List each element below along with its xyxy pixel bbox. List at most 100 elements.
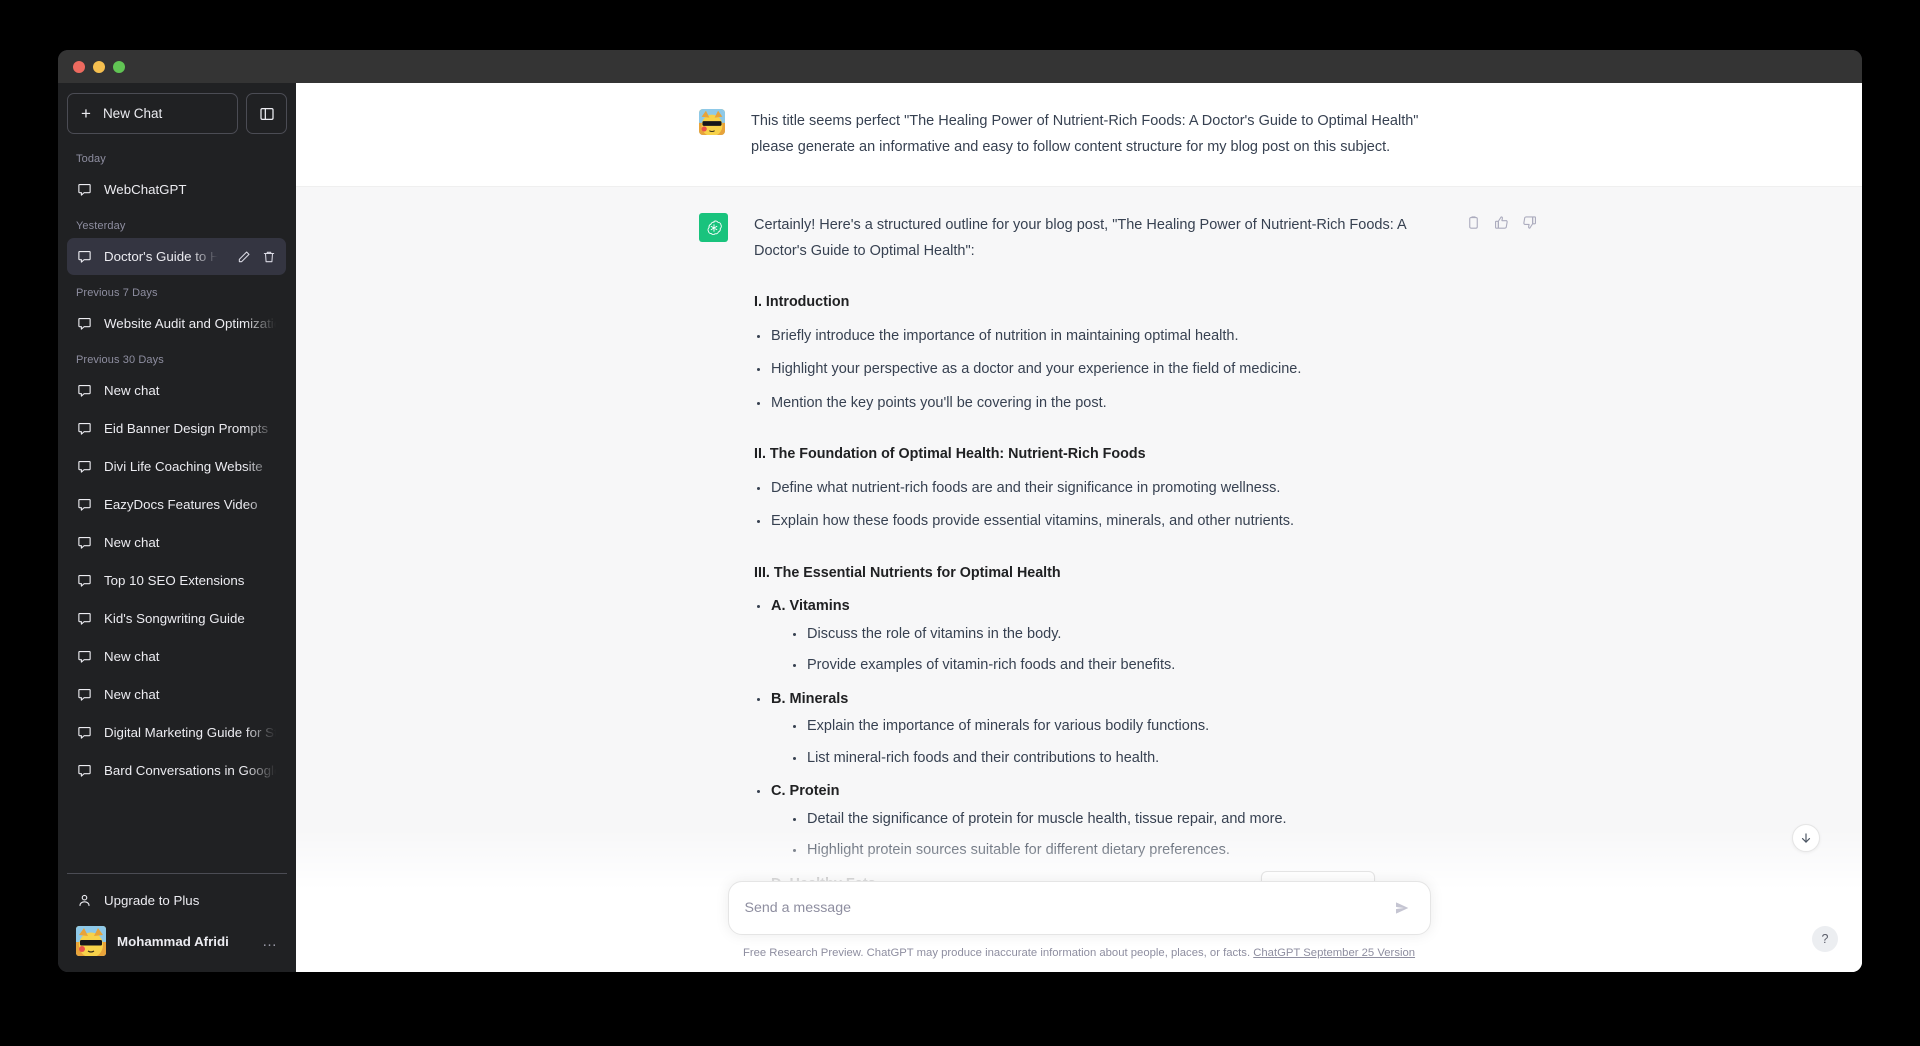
send-button[interactable] [1389, 895, 1415, 921]
chat-bubble-icon [78, 536, 91, 549]
chat-history-item-label: New chat [104, 687, 160, 702]
message-inner: This title seems perfect "The Healing Po… [699, 83, 1459, 186]
chat-history-item[interactable]: Digital Marketing Guide for Students [67, 714, 286, 751]
chat-history-item[interactable]: Website Audit and Optimization [67, 305, 286, 342]
chat-history-item-label: New chat [104, 383, 160, 398]
sidebar-toggle-button[interactable] [246, 93, 287, 134]
copy-icon[interactable] [1464, 213, 1483, 232]
avatar [76, 926, 106, 956]
thumbs-up-icon[interactable] [1492, 213, 1511, 232]
account-name: Mohammad Afridi [117, 933, 229, 949]
scroll-to-bottom-button[interactable] [1792, 824, 1820, 852]
message-action-bar [1464, 213, 1539, 232]
conversation-thread[interactable]: This title seems perfect "The Healing Po… [296, 83, 1862, 972]
chat-item-actions [237, 250, 276, 264]
outline-subitem: Explain the importance of minerals for v… [790, 714, 1459, 740]
outline-list: Define what nutrient-rich foods are and … [754, 476, 1459, 535]
window-minimize-button[interactable] [93, 60, 105, 73]
outline-sublist: Discuss the role of vitamins in the body… [771, 622, 1459, 679]
chat-history-item[interactable]: New chat [67, 372, 286, 409]
chat-history-item[interactable]: EazyDocs Features Video [67, 486, 286, 523]
chat-history-item-label: Bard Conversations in Google [104, 763, 276, 778]
outline-body: I. Introduction Briefly introduce the imp… [754, 290, 1459, 897]
outline-item: Explain how these foods provide essentia… [754, 509, 1459, 535]
chat-bubble-icon [78, 317, 91, 330]
chat-history-item[interactable]: Doctor's Guide to Healthy Eating [67, 238, 286, 275]
outline-item-text: Explain how these foods provide essentia… [771, 513, 1295, 529]
chat-bubble-icon [78, 650, 91, 663]
chat-history-item-label: EazyDocs Features Video [104, 497, 258, 512]
chat-bubble-icon [78, 250, 91, 263]
outline-item: Define what nutrient-rich foods are and … [754, 476, 1459, 502]
chat-history-item[interactable]: Kid's Songwriting Guide [67, 600, 286, 637]
outline-item: A. Vitamins Discuss the role of vitamins … [754, 594, 1459, 679]
chat-history-item[interactable]: New chat [67, 524, 286, 561]
window-body: + New Chat Today WebChatGPT Yesterday Docto… [58, 83, 1862, 972]
outline-item: Briefly introduce the importance of nutr… [754, 324, 1459, 350]
assistant-intro-paragraph: Certainly! Here's a structured outline f… [754, 217, 1406, 259]
chat-bubble-icon [78, 764, 91, 777]
chat-bubble-icon [78, 574, 91, 587]
outline-item-text: Highlight your perspective as a doctor a… [771, 361, 1302, 377]
new-chat-button[interactable]: + New Chat [67, 93, 238, 134]
window-close-button[interactable] [73, 60, 85, 73]
message-input[interactable] [744, 882, 1389, 934]
edit-icon[interactable] [237, 250, 251, 264]
outline-item: Mention the key points you'll be coverin… [754, 391, 1459, 417]
outline-sublist: Explain the importance of minerals for v… [771, 714, 1459, 771]
chat-history-item-label: Doctor's Guide to Healthy Eating [104, 249, 225, 264]
message-row-assistant: Certainly! Here's a structured outline f… [296, 187, 1862, 931]
help-button[interactable]: ? [1812, 926, 1838, 952]
chat-history-item-label: Eid Banner Design Prompts [104, 421, 269, 436]
openai-logo-icon [699, 213, 728, 242]
outline-section-heading: III. The Essential Nutrients for Optimal… [754, 564, 1061, 581]
arrow-down-icon [1801, 833, 1811, 843]
user-message-paragraph: This title seems perfect "The Healing Po… [751, 113, 1419, 155]
chat-history-item-label: Top 10 SEO Extensions [104, 573, 245, 588]
outline-item: B. Minerals Explain the importance of min… [754, 687, 1459, 772]
sidebar-header: + New Chat [67, 93, 287, 134]
outline-item-text: Briefly introduce the importance of nutr… [771, 327, 1239, 344]
chat-history-item-label: New chat [104, 649, 160, 664]
outline-item-text: C. Protein [771, 783, 840, 799]
user-message-text: This title seems perfect "The Healing Po… [751, 109, 1459, 160]
chat-history-item-label: Website Audit and Optimization [104, 316, 276, 331]
chat-history-item[interactable]: Bard Conversations in Google [67, 752, 286, 789]
chat-history-list[interactable]: Today WebChatGPT Yesterday Doctor's Guide t… [67, 142, 287, 873]
outline-subitem: Detail the significance of protein for m… [790, 807, 1459, 833]
chat-history-item-label: Digital Marketing Guide for Students [104, 725, 276, 740]
outline-section-heading: II. The Foundation of Optimal Health: Nu… [754, 446, 1146, 462]
chat-bubble-icon [78, 688, 91, 701]
chat-history-item[interactable]: New chat [67, 676, 286, 713]
window-zoom-button[interactable] [113, 60, 125, 73]
outline-subitem: Provide examples of vitamin-rich foods a… [790, 653, 1459, 679]
outline-section-heading: I. Introduction [754, 294, 850, 310]
chat-history-item[interactable]: WebChatGPT [67, 171, 286, 208]
chat-history-item[interactable]: Top 10 SEO Extensions [67, 562, 286, 599]
outline-sublist: Detail the significance of protein for m… [771, 807, 1459, 864]
chat-bubble-icon [78, 612, 91, 625]
chat-bubble-icon [78, 726, 91, 739]
chat-bubble-icon [78, 498, 91, 511]
composer[interactable] [727, 881, 1431, 935]
chat-history-item[interactable]: Eid Banner Design Prompts [67, 410, 286, 447]
upgrade-to-plus-button[interactable]: Upgrade to Plus [67, 880, 287, 920]
main-content: This title seems perfect "The Healing Po… [296, 83, 1862, 972]
history-group-label: Today [76, 153, 106, 165]
sidebar-toggle-icon [259, 107, 274, 120]
outline-item-text: Mention the key points you'll be coverin… [771, 394, 1107, 411]
app-window: + New Chat Today WebChatGPT Yesterday Docto… [58, 50, 1862, 972]
outline-item-text: Define what nutrient-rich foods are and … [771, 479, 1281, 496]
upgrade-label: Upgrade to Plus [104, 892, 200, 908]
chat-history-item[interactable]: New chat [67, 638, 286, 675]
account-menu-button[interactable]: … [262, 934, 278, 949]
version-link[interactable]: ChatGPT September 25 Version [1253, 947, 1415, 959]
thumbs-down-icon[interactable] [1520, 213, 1539, 232]
outline-item-text: B. Minerals [771, 690, 849, 707]
sidebar: + New Chat Today WebChatGPT Yesterday Docto… [58, 83, 296, 972]
chat-history-item[interactable]: Divi Life Coaching Website [67, 448, 286, 485]
trash-icon[interactable] [262, 250, 276, 264]
footer-disclaimer: Free Research Preview. ChatGPT may produ… [296, 935, 1862, 972]
account-row[interactable]: Mohammad Afridi … [67, 920, 287, 962]
chat-history-item-label: New chat [104, 535, 160, 550]
